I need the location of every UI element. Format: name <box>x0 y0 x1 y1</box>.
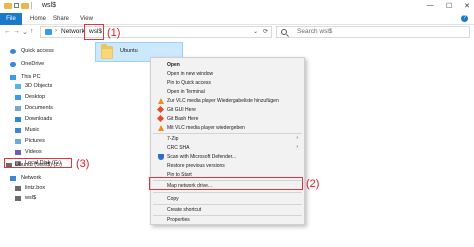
menu-item-git-gui[interactable]: Git GUI Here <box>151 105 304 114</box>
menu-divider <box>153 133 302 134</box>
downloads-icon <box>15 117 21 122</box>
menu-divider <box>153 192 302 193</box>
sidebar-item-label: wsl$ <box>25 195 37 201</box>
videos-icon <box>15 150 21 155</box>
up-icon[interactable]: ↑ <box>30 28 34 35</box>
annotation-box-2 <box>149 177 303 190</box>
menu-item-defender-scan[interactable]: Scan with Microsoft Defender... <box>151 153 304 161</box>
menu-item-label: Scan with Microsoft Defender... <box>167 154 237 160</box>
menu-divider <box>153 204 302 205</box>
quick-access-toolbar <box>4 2 32 9</box>
menu-item-properties[interactable]: Properties <box>151 216 304 224</box>
desktop-icon <box>15 95 21 100</box>
tab-home[interactable]: Home <box>30 13 46 25</box>
menu-item-label: Git GUI Here <box>167 107 196 113</box>
address-dropdown-icon[interactable]: ⌄ <box>253 28 258 35</box>
address-bar[interactable]: › Network › wsl$ ⌄ ⟳ <box>40 26 272 38</box>
sidebar-item-label: 3D Objects <box>25 83 53 89</box>
tab-share[interactable]: Share <box>53 13 69 25</box>
annotation-label-1: (1) <box>107 27 121 39</box>
sidebar-item-label: Downloads <box>25 116 53 122</box>
annotation-box-1 <box>84 24 104 40</box>
cloud-icon <box>10 62 16 67</box>
menu-item-copy[interactable]: Copy <box>151 195 304 203</box>
folder-item-label: Ubuntu <box>120 48 138 54</box>
menu-item-restore-versions[interactable]: Restore previous versions <box>151 162 304 170</box>
tab-file[interactable]: File <box>0 13 22 25</box>
menu-item-label: 7-Zip <box>167 136 179 142</box>
menu-item-open[interactable]: Open <box>151 61 304 69</box>
search-input[interactable]: Search wsl$ <box>297 28 332 35</box>
menu-item-create-shortcut[interactable]: Create shortcut <box>151 206 304 214</box>
star-icon <box>10 49 16 54</box>
menu-item-open-terminal[interactable]: Open in Terminal <box>151 88 304 96</box>
pc-icon <box>10 75 16 80</box>
menu-item-open-new-window[interactable]: Open in new window <box>151 70 304 78</box>
search-icon <box>281 29 287 35</box>
annotation-label-3: (3) <box>76 158 90 170</box>
folder-icon <box>4 2 12 9</box>
help-icon[interactable]: ? <box>461 15 468 22</box>
properties-icon[interactable] <box>14 3 19 8</box>
close-icon[interactable]: ✕ <box>464 2 470 10</box>
toolbar-divider <box>31 2 32 9</box>
navigation-bar: ← → ⌄ ↑ › Network › wsl$ ⌄ ⟳ Search wsl$ <box>0 25 474 39</box>
sidebar-item-label: This PC <box>21 74 41 80</box>
sidebar-item-label: Documents <box>25 105 53 111</box>
menu-item-label: CRC SHA <box>167 145 190 151</box>
chevron-right-icon: › <box>55 28 57 34</box>
title-bar: wsl$ — ☐ ✕ <box>0 0 474 13</box>
menu-item-vlc-play[interactable]: Mit VLC media player wiedergeben <box>151 124 304 132</box>
menu-item-vlc-playlist[interactable]: Zur VLC media player Wiedergabeliste hin… <box>151 97 304 105</box>
sidebar-item-label: Desktop <box>25 94 46 100</box>
folder-icon <box>101 44 113 59</box>
computer-icon <box>15 196 21 201</box>
window-controls: — ☐ ✕ <box>427 2 470 10</box>
cube-icon <box>15 84 21 89</box>
breadcrumb-network[interactable]: Network <box>61 28 85 35</box>
music-icon <box>15 128 21 133</box>
menu-item-7zip[interactable]: 7-Zip › <box>151 135 304 143</box>
minimize-icon[interactable]: — <box>427 2 434 10</box>
menu-item-label: Git Bash Here <box>167 116 199 122</box>
chevron-right-icon: › <box>296 135 298 141</box>
maximize-icon[interactable]: ☐ <box>446 2 452 10</box>
search-box[interactable]: Search wsl$ <box>276 26 470 38</box>
menu-item-crc-sha[interactable]: CRC SHA › <box>151 144 304 152</box>
forward-icon[interactable]: → <box>13 28 20 35</box>
sidebar-item-label: Network <box>21 175 42 181</box>
annotation-label-2: (2) <box>306 178 320 190</box>
sidebar-item-label: Quick access <box>21 48 54 54</box>
chevron-right-icon: › <box>296 144 298 150</box>
network-icon <box>45 29 52 35</box>
computer-icon <box>15 186 21 191</box>
sidebar-item-label: lintz.box <box>25 185 46 191</box>
sidebar-item-label: Videos <box>25 149 42 155</box>
sidebar-item-label: OneDrive <box>21 61 45 67</box>
new-folder-icon[interactable] <box>21 2 29 9</box>
recent-locations-icon[interactable]: ⌄ <box>22 28 28 36</box>
annotation-box-3 <box>4 158 72 168</box>
window-title: wsl$ <box>42 2 57 9</box>
sidebar-item-label: Pictures <box>25 138 45 144</box>
menu-item-label: Mit VLC media player wiedergeben <box>167 125 245 131</box>
back-icon[interactable]: ← <box>4 28 11 35</box>
documents-icon <box>15 106 21 111</box>
sidebar-item-label: Music <box>25 127 40 133</box>
menu-item-pin-quick-access[interactable]: Pin to Quick access <box>151 79 304 87</box>
menu-item-git-bash[interactable]: Git Bash Here <box>151 114 304 123</box>
context-menu: Open Open in new window Pin to Quick acc… <box>150 57 305 225</box>
network-icon <box>10 176 16 181</box>
navigation-pane: Quick access OneDrive This PC 3D Objects… <box>0 42 95 247</box>
pictures-icon <box>15 139 21 144</box>
menu-item-label: Zur VLC media player Wiedergabeliste hin… <box>167 98 279 104</box>
ribbon: File Home Share View ? <box>0 13 474 25</box>
refresh-icon[interactable]: ⟳ <box>263 28 268 35</box>
